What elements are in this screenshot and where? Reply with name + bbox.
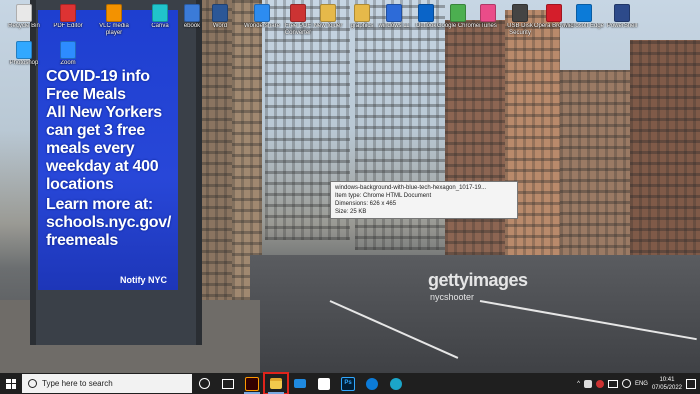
kiosk-line: freemeals: [46, 232, 119, 249]
desktop-icon-label: VLC media player: [99, 23, 129, 36]
desktop-icon-label: Zoom: [60, 60, 76, 66]
photoshop-taskbar-button[interactable]: Ps: [336, 373, 360, 394]
desktop-icon[interactable]: VLC media player: [92, 4, 136, 37]
store-icon: [318, 377, 330, 390]
app-icon: [212, 4, 228, 22]
edge-dev-taskbar-button[interactable]: [384, 373, 408, 394]
app-icon: [546, 4, 562, 22]
desktop-icon-label: PDF Editor: [53, 23, 83, 29]
folder-icon: [270, 378, 282, 389]
building: [505, 10, 560, 260]
desktop-icon-label: PowerShell: [606, 23, 638, 29]
network-icon[interactable]: [583, 379, 592, 388]
kiosk-line: meals every: [46, 140, 135, 157]
edge-icon: [366, 377, 378, 390]
windows-logo-icon: [6, 378, 16, 389]
app-icon: [418, 4, 434, 22]
search-icon: [28, 379, 37, 388]
mail-icon: [294, 379, 306, 388]
getty-watermark: gettyimages: [428, 270, 528, 290]
app-icon: [320, 4, 336, 22]
tooltip-size: Size: 25 KB: [335, 209, 367, 215]
kiosk-line: locations: [46, 176, 114, 193]
search-placeholder: Type here to search: [42, 379, 113, 388]
desktop-icon-label: Recycle Bin: [8, 23, 40, 29]
kiosk-line: Free Meals: [46, 86, 126, 103]
illustrator-taskbar-button[interactable]: [240, 373, 264, 394]
desktop-icon[interactable]: PDF Editor: [46, 4, 90, 37]
clock-date: 07/05/2022: [651, 384, 682, 391]
edge-dev-icon: [390, 377, 402, 390]
kiosk-notify: Notify NYC: [120, 275, 167, 285]
app-icon: [576, 4, 592, 22]
desktop-icon-label: Photoshop: [9, 60, 39, 66]
kiosk-line: weekday at 400: [46, 158, 159, 175]
clock[interactable]: 10:41 07/05/2022: [652, 376, 682, 392]
cortana-icon: [198, 378, 210, 389]
kiosk-line: All New Yorkers: [46, 104, 162, 121]
task-view-icon: [222, 378, 234, 389]
kiosk-line: Learn more at:: [46, 196, 153, 213]
desktop-icon-label: Word: [212, 23, 228, 29]
edge-taskbar-button[interactable]: [360, 373, 384, 394]
app-icon: [512, 4, 528, 22]
app-icon: [16, 4, 32, 22]
chevron-up-icon[interactable]: ^: [577, 381, 580, 387]
app-icon: [480, 4, 496, 22]
desktop: COVID-19 info Free Meals All New Yorkers…: [0, 0, 700, 373]
kiosk-line: schools.nyc.gov/: [46, 214, 172, 231]
clock-time: 10:41: [659, 376, 675, 383]
building: [560, 70, 630, 270]
photoshop-icon: Ps: [341, 376, 355, 391]
start-button[interactable]: [0, 373, 22, 394]
app-icon: [152, 4, 168, 22]
system-tray: ^ ENG 10:41 07/05/2022: [577, 373, 700, 394]
app-icon: [354, 4, 370, 22]
file-explorer-taskbar-button[interactable]: [263, 372, 289, 394]
language-indicator[interactable]: ENG: [635, 381, 648, 387]
taskbar: Type here to search Ps ^ ENG 10:41 07/05: [0, 372, 700, 394]
taskbar-search-box[interactable]: Type here to search: [22, 374, 192, 393]
desktop-icon[interactable]: PowerShell: [600, 4, 644, 37]
app-icon: [106, 4, 122, 22]
app-icon: [450, 4, 466, 22]
illustrator-icon: [245, 376, 259, 391]
cortana-button[interactable]: [192, 373, 216, 394]
app-icon: [290, 4, 306, 22]
desktop-icon[interactable]: Photoshop: [2, 41, 46, 74]
mail-taskbar-button[interactable]: [288, 373, 312, 394]
tooltip-dimensions: Dimensions: 626 x 465: [335, 201, 397, 207]
tooltip-type: Item type: Chrome HTML Document: [335, 193, 432, 199]
kiosk-line: can get 3 free: [46, 122, 145, 139]
task-view-button[interactable]: [216, 373, 240, 394]
volume-icon[interactable]: [621, 379, 631, 388]
app-icon: [60, 4, 76, 22]
photo-credit: nycshooter: [430, 292, 475, 302]
store-taskbar-button[interactable]: [312, 373, 336, 394]
app-icon: [254, 4, 270, 22]
file-tooltip: windows-background-with-blue-tech-hexago…: [330, 181, 518, 219]
building: [630, 40, 700, 275]
desktop-icon[interactable]: Recycle Bin: [2, 4, 46, 37]
desktop-icon[interactable]: Word: [198, 4, 242, 37]
security-icon[interactable]: [595, 379, 604, 388]
app-icon: [16, 41, 32, 59]
app-icon: [386, 4, 402, 22]
desktop-icon[interactable]: Zoom: [46, 41, 90, 74]
notification-icon[interactable]: [686, 378, 696, 389]
tooltip-filename: windows-background-with-blue-tech-hexago…: [335, 185, 487, 191]
app-icon: [60, 41, 76, 59]
building: [445, 20, 505, 255]
battery-icon[interactable]: [607, 379, 618, 388]
app-icon: [614, 4, 630, 22]
